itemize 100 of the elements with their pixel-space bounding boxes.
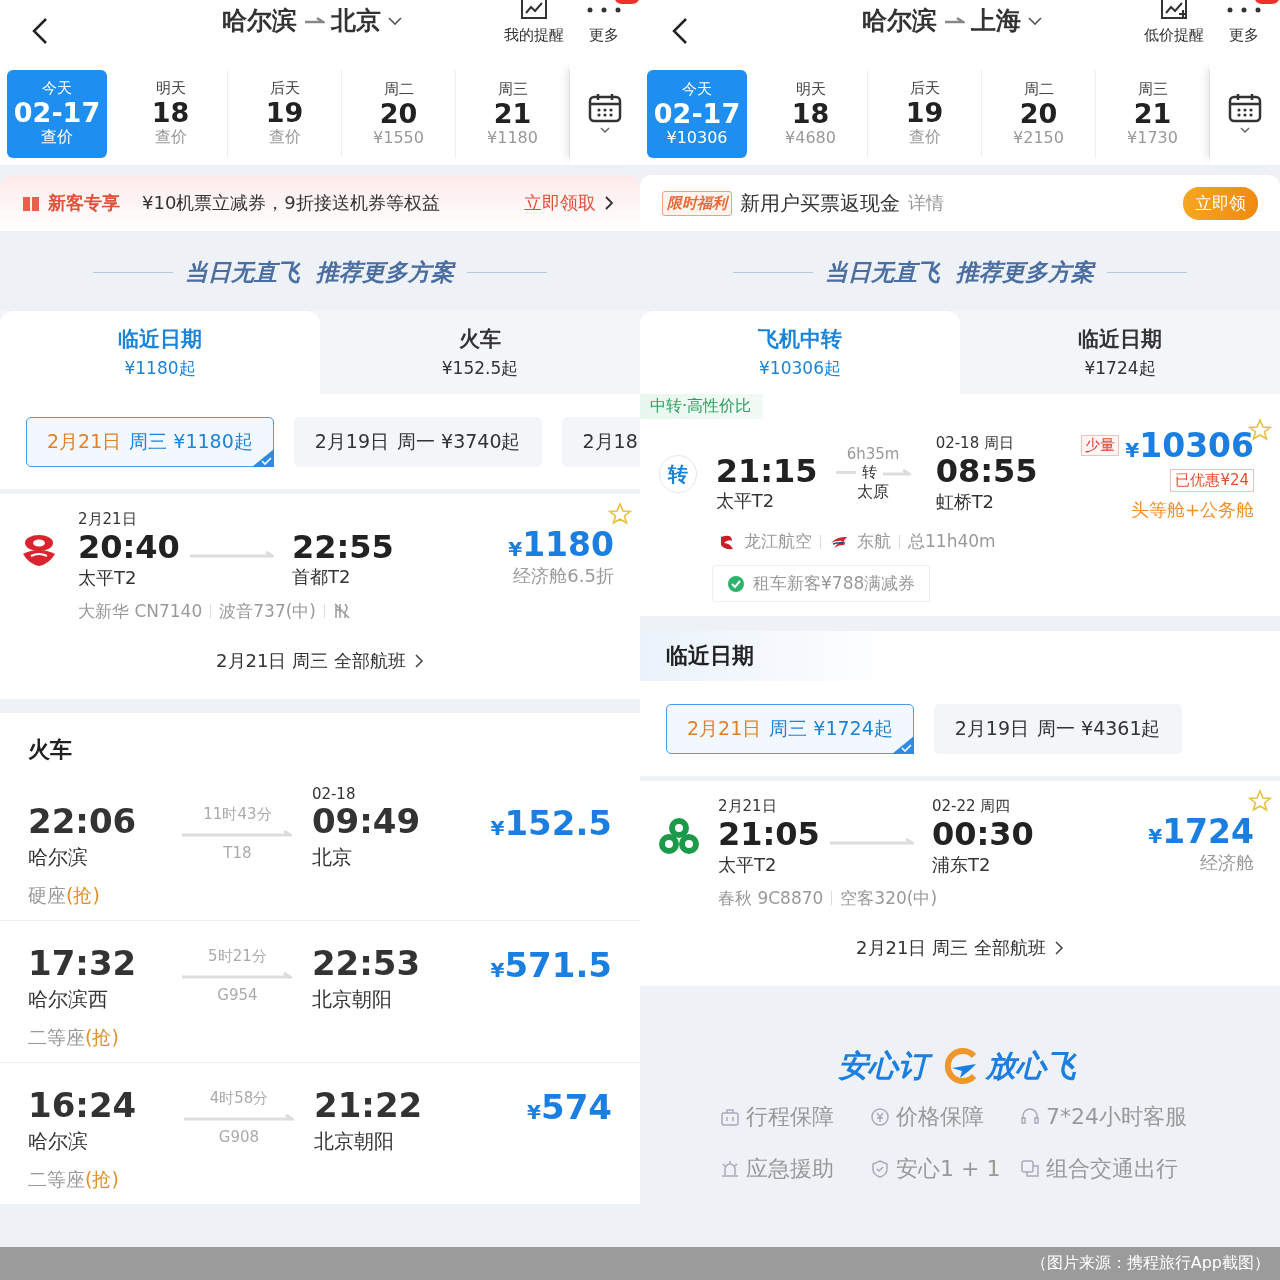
arrival-airport: 首都T2 [292,565,352,590]
date-tab[interactable]: 明天 18 ¥4680 [754,69,868,158]
back-icon[interactable] [670,16,690,46]
claim-link[interactable]: 立即领取 [524,191,596,215]
arrival-date: 02-22 周四 [932,797,1012,816]
airline-logo-icon [659,816,699,857]
section-title: 火车 [27,735,73,764]
airline-name: 东航 [857,530,891,553]
arrival-station: 北京朝阳 [311,986,393,1014]
date-tab[interactable]: 周二 20 ¥1550 [342,69,456,158]
star-icon[interactable] [1248,789,1272,813]
low-stock-tag: 少量 [1081,435,1120,456]
caret-icon[interactable] [1027,15,1043,26]
departure-time: 16:24 [28,1086,138,1125]
no-meal-icon [333,602,351,621]
banner-title: 当日无直飞 推荐更多方案 [185,257,455,287]
duration: 6h35m [846,445,900,463]
chart-icon[interactable] [1159,0,1189,20]
origin-city: 哈尔滨 [862,5,937,37]
train-number: G908 [218,1127,260,1146]
gift-icon [22,194,40,212]
price: ¥10306 [1125,426,1254,465]
headset-icon [1020,1106,1040,1127]
departure-airport: 太平T2 [715,489,776,514]
arrival-time: 22:53 [311,944,422,983]
arrival-time: 22:55 [292,528,395,566]
arrival-time: 08:55 [935,453,1039,490]
suitcase-icon [720,1106,740,1127]
total-duration: 总11h40m [908,530,996,553]
departure-station: 哈尔滨西 [28,986,109,1014]
departure-station: 哈尔滨 [28,1128,89,1156]
duration: 11时43分 [203,804,272,824]
departure-station: 哈尔滨 [28,844,89,872]
cabin-class: 经济舱6.5折 [513,564,614,589]
guarantee-label: 价格保障 [896,1102,984,1131]
transfer-city: 太原 [857,482,890,503]
guarantee-label: 安心1 + 1 [896,1154,1001,1183]
departure-time: 17:32 [28,944,138,983]
alarm-icon [720,1158,740,1179]
header-action[interactable]: 我的提醒 [504,0,564,45]
promo-banner[interactable]: 新客专享 ¥10机票立减券，9折接送机券等权益 立即领取 [0,175,640,231]
guarantee-label: 7*24小时客服 [1046,1102,1187,1131]
departure-airport: 太平T2 [78,565,138,590]
promo-text: ¥10机票立减券，9折接送机券等权益 [142,191,440,215]
date-chip[interactable]: 2月21日 周三 ¥1724起 [666,703,914,754]
duration: 5时21分 [208,946,267,966]
arrival-time: 21:22 [314,1086,424,1125]
all-flights-link[interactable]: 2月21日 周三 全部航班 [856,935,1046,960]
promo-tag: 新客专享 [48,191,120,215]
date-chip[interactable]: 2月21日 周三 ¥1180起 [26,416,274,467]
banner-title: 当日无直飞 推荐更多方案 [825,257,1095,287]
transfer-mark: 转 [861,463,877,482]
source-caption: （图片来源：携程旅行App截图） [0,1247,1280,1280]
price: ¥1724 [1148,812,1254,852]
copy-icon [1020,1158,1040,1179]
back-icon[interactable] [30,16,50,46]
caret-icon[interactable] [387,15,403,26]
shield-icon [870,1158,890,1179]
flight-info: 空客320(中) [840,886,938,910]
all-flights-link[interactable]: 2月21日 周三 全部航班 [216,648,406,673]
departure-date: 2月21日 [718,797,778,816]
guarantee-label: 行程保障 [746,1102,834,1131]
seat-class: 硬座(抢) [28,883,101,909]
section-title: 临近日期 [666,642,754,670]
destination-city: 北京 [331,5,381,37]
date-chip[interactable]: 2月18 [561,416,640,467]
arrival-station: 北京朝阳 [314,1128,395,1156]
guarantee-label: 应急援助 [746,1154,834,1183]
promo-tag: 限时福利 [662,190,732,216]
cabin-class: 头等舱+公务舱 [1130,498,1254,522]
date-tab[interactable]: 周二 20 ¥2150 [982,69,1096,158]
option-tab[interactable]: 临近日期 ¥1180起 [0,311,320,394]
arrival-time: 09:49 [311,802,422,841]
header-action[interactable]: 低价提醒 [1144,0,1204,45]
date-tab[interactable]: 后天 19 查价 [868,69,982,158]
calendar-icon[interactable] [1228,91,1262,136]
yen-icon [870,1106,890,1127]
guarantee-label: 组合交通出行 [1046,1154,1178,1183]
date-tab[interactable]: 明天 18 查价 [114,69,228,158]
destination-city: 上海 [971,5,1021,37]
flight-info: 大新华 CN7140 [78,599,203,623]
departure-airport: 太平T2 [718,852,778,877]
slogan-text: 放心飞 [986,1047,1078,1086]
calendar-icon[interactable] [588,91,622,136]
price: ¥1180 [508,525,614,565]
transfer-badge: 中转·高性价比 [640,394,764,419]
date-tab[interactable]: 后天 19 查价 [228,69,342,158]
date-chip[interactable]: 2月19日 周一 ¥4361起 [933,703,1182,754]
departure-time: 20:40 [78,529,181,566]
option-tab[interactable]: 飞机中转 ¥10306起 [640,311,960,394]
chart-icon[interactable] [519,0,549,20]
chevron-icon [1053,939,1064,956]
date-chip[interactable]: 2月19日 周一 ¥3740起 [293,416,542,467]
slogan-text: 安心订 [838,1046,934,1086]
departure-time: 21:15 [715,452,819,490]
train-number: T18 [223,843,252,862]
check-icon [251,448,274,467]
seat-class: 二等座(抢) [28,1167,120,1193]
star-icon[interactable] [608,502,632,526]
arrival-date: 02-18 周日 [935,434,1015,454]
